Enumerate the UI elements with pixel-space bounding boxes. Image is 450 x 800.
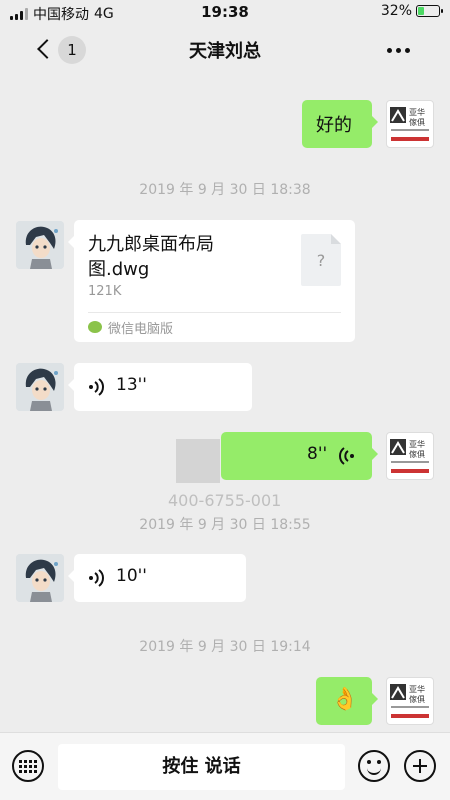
my-avatar[interactable]: 亚华 傢俱: [386, 100, 434, 148]
contact-avatar[interactable]: [16, 221, 64, 269]
chat-area[interactable]: 好的 亚华 傢俱 2019 年 9 月 30 日 18:38 九九郎桌面布局 图…: [0, 76, 450, 732]
message-text: 好的: [316, 115, 352, 136]
plus-icon[interactable]: [404, 750, 436, 782]
outgoing-text-bubble[interactable]: 好的: [302, 100, 378, 148]
timestamp: 2019 年 9 月 30 日 18:55: [139, 517, 311, 533]
outgoing-voice-bubble[interactable]: 8'': [221, 432, 378, 480]
contact-avatar[interactable]: [16, 363, 64, 411]
my-avatar[interactable]: 亚华 傢俱: [386, 432, 434, 480]
timestamp: 2019 年 9 月 30 日 18:38: [139, 182, 311, 198]
status-bar: 中国移动 4G 19:38 32%: [0, 0, 450, 24]
unknown-file-icon: ?: [301, 234, 341, 286]
file-name-line1: 九九郎桌面布局: [88, 234, 214, 255]
incoming-voice-bubble[interactable]: 13'': [68, 363, 252, 411]
timestamp: 2019 年 9 月 30 日 19:14: [139, 639, 311, 655]
input-bar: 按住 说话: [0, 732, 450, 800]
watermark-phone: 400-6755-001: [168, 491, 282, 510]
outgoing-emoji-bubble[interactable]: 👌: [316, 677, 378, 725]
battery-percent: 32%: [380, 3, 412, 19]
file-name: 九九郎桌面布局 图.dwg: [88, 232, 278, 282]
watermark-logo-icon: [176, 439, 220, 483]
more-options-icon[interactable]: [387, 48, 410, 53]
file-source-label: 微信电脑版: [108, 322, 174, 337]
divider: [88, 312, 341, 313]
voice-duration: 13'': [116, 375, 147, 395]
keyboard-icon[interactable]: [12, 750, 44, 782]
voice-wave-icon: [89, 569, 104, 587]
svg-text:亚华: 亚华: [409, 439, 425, 449]
status-right: 32%: [380, 3, 443, 19]
svg-text:傢俱: 傢俱: [409, 449, 425, 459]
voice-duration: 10'': [116, 566, 147, 586]
svg-text:傢俱: 傢俱: [409, 694, 425, 704]
voice-wave-icon: [89, 378, 104, 396]
my-avatar[interactable]: 亚华 傢俱: [386, 677, 434, 725]
svg-text:亚华: 亚华: [409, 684, 425, 694]
chat-title: 天津刘总: [189, 41, 261, 62]
wechat-icon: [88, 321, 102, 333]
logo-text-top: 亚华: [409, 107, 425, 117]
ok-hand-emoji: 👌: [331, 687, 359, 712]
file-size: 121K: [88, 284, 122, 299]
hold-to-talk-button[interactable]: 按住 说话: [58, 744, 345, 790]
battery-icon: [416, 5, 443, 17]
incoming-voice-bubble[interactable]: 10'': [68, 554, 246, 602]
chat-header: 1 天津刘总: [0, 24, 450, 76]
logo-text-bottom: 傢俱: [409, 117, 425, 127]
contact-avatar[interactable]: [16, 554, 64, 602]
emoji-icon[interactable]: [358, 750, 390, 782]
voice-duration: 8'': [307, 444, 328, 464]
voice-wave-icon: [339, 447, 354, 465]
file-name-line2: 图.dwg: [88, 259, 150, 280]
file-message-card[interactable]: 九九郎桌面布局 图.dwg 121K ? 微信电脑版: [68, 220, 355, 342]
